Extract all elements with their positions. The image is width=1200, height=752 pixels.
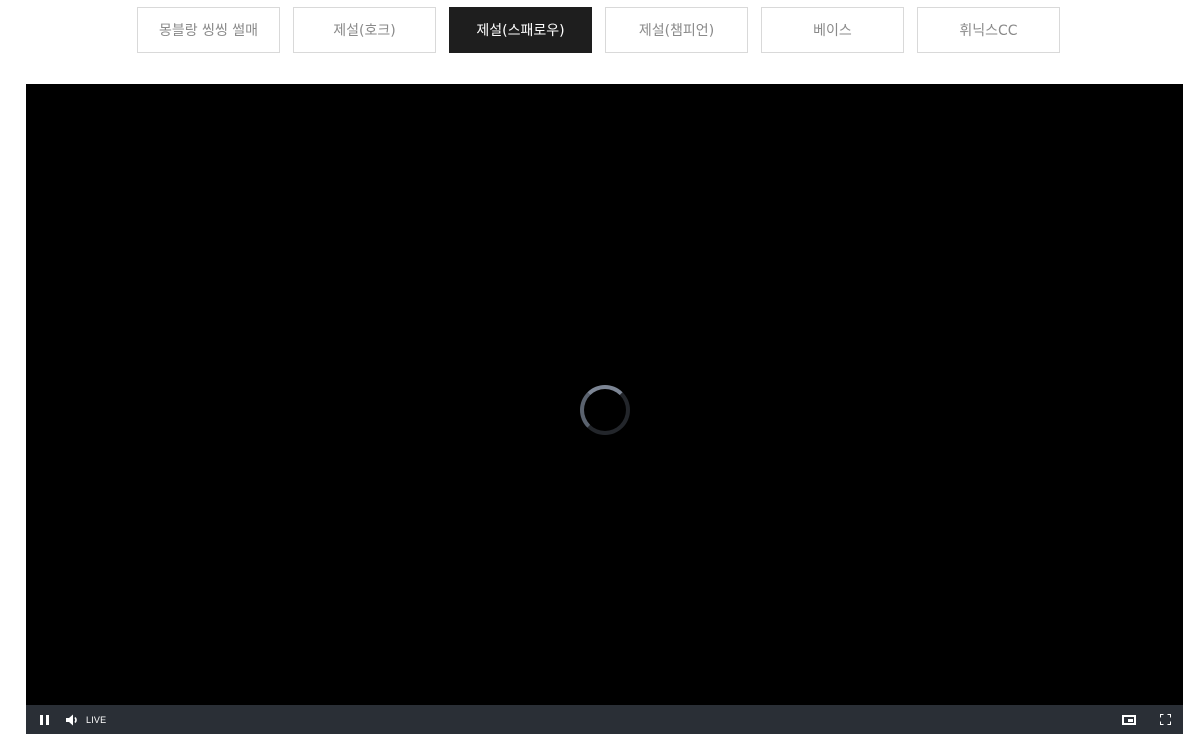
tab-snowmaking-hawk[interactable]: 제설(호크) xyxy=(293,7,436,53)
camera-tabs: 몽블랑 씽씽 썰매 제설(호크) 제설(스패로우) 제설(챔피언) 베이스 휘닉… xyxy=(137,7,1060,53)
pause-button[interactable] xyxy=(26,705,62,734)
loading-spinner-icon xyxy=(580,385,630,435)
tab-phoenix-cc[interactable]: 휘닉스CC xyxy=(917,7,1060,53)
tab-snowmaking-sparrow[interactable]: 제설(스패로우) xyxy=(449,7,592,53)
tab-base[interactable]: 베이스 xyxy=(761,7,904,53)
live-indicator: LIVE xyxy=(86,714,107,725)
volume-button[interactable] xyxy=(62,705,84,734)
pause-icon xyxy=(39,714,49,725)
player-control-bar: LIVE xyxy=(26,705,1183,734)
picture-in-picture-button[interactable] xyxy=(1111,705,1147,734)
fullscreen-icon xyxy=(1159,714,1171,725)
volume-icon xyxy=(66,714,77,725)
tab-mont-blanc-sled[interactable]: 몽블랑 씽씽 썰매 xyxy=(137,7,280,53)
fullscreen-button[interactable] xyxy=(1147,705,1183,734)
picture-in-picture-icon xyxy=(1122,714,1136,725)
tab-snowmaking-champion[interactable]: 제설(챔피언) xyxy=(605,7,748,53)
video-player[interactable]: LIVE xyxy=(26,84,1183,734)
